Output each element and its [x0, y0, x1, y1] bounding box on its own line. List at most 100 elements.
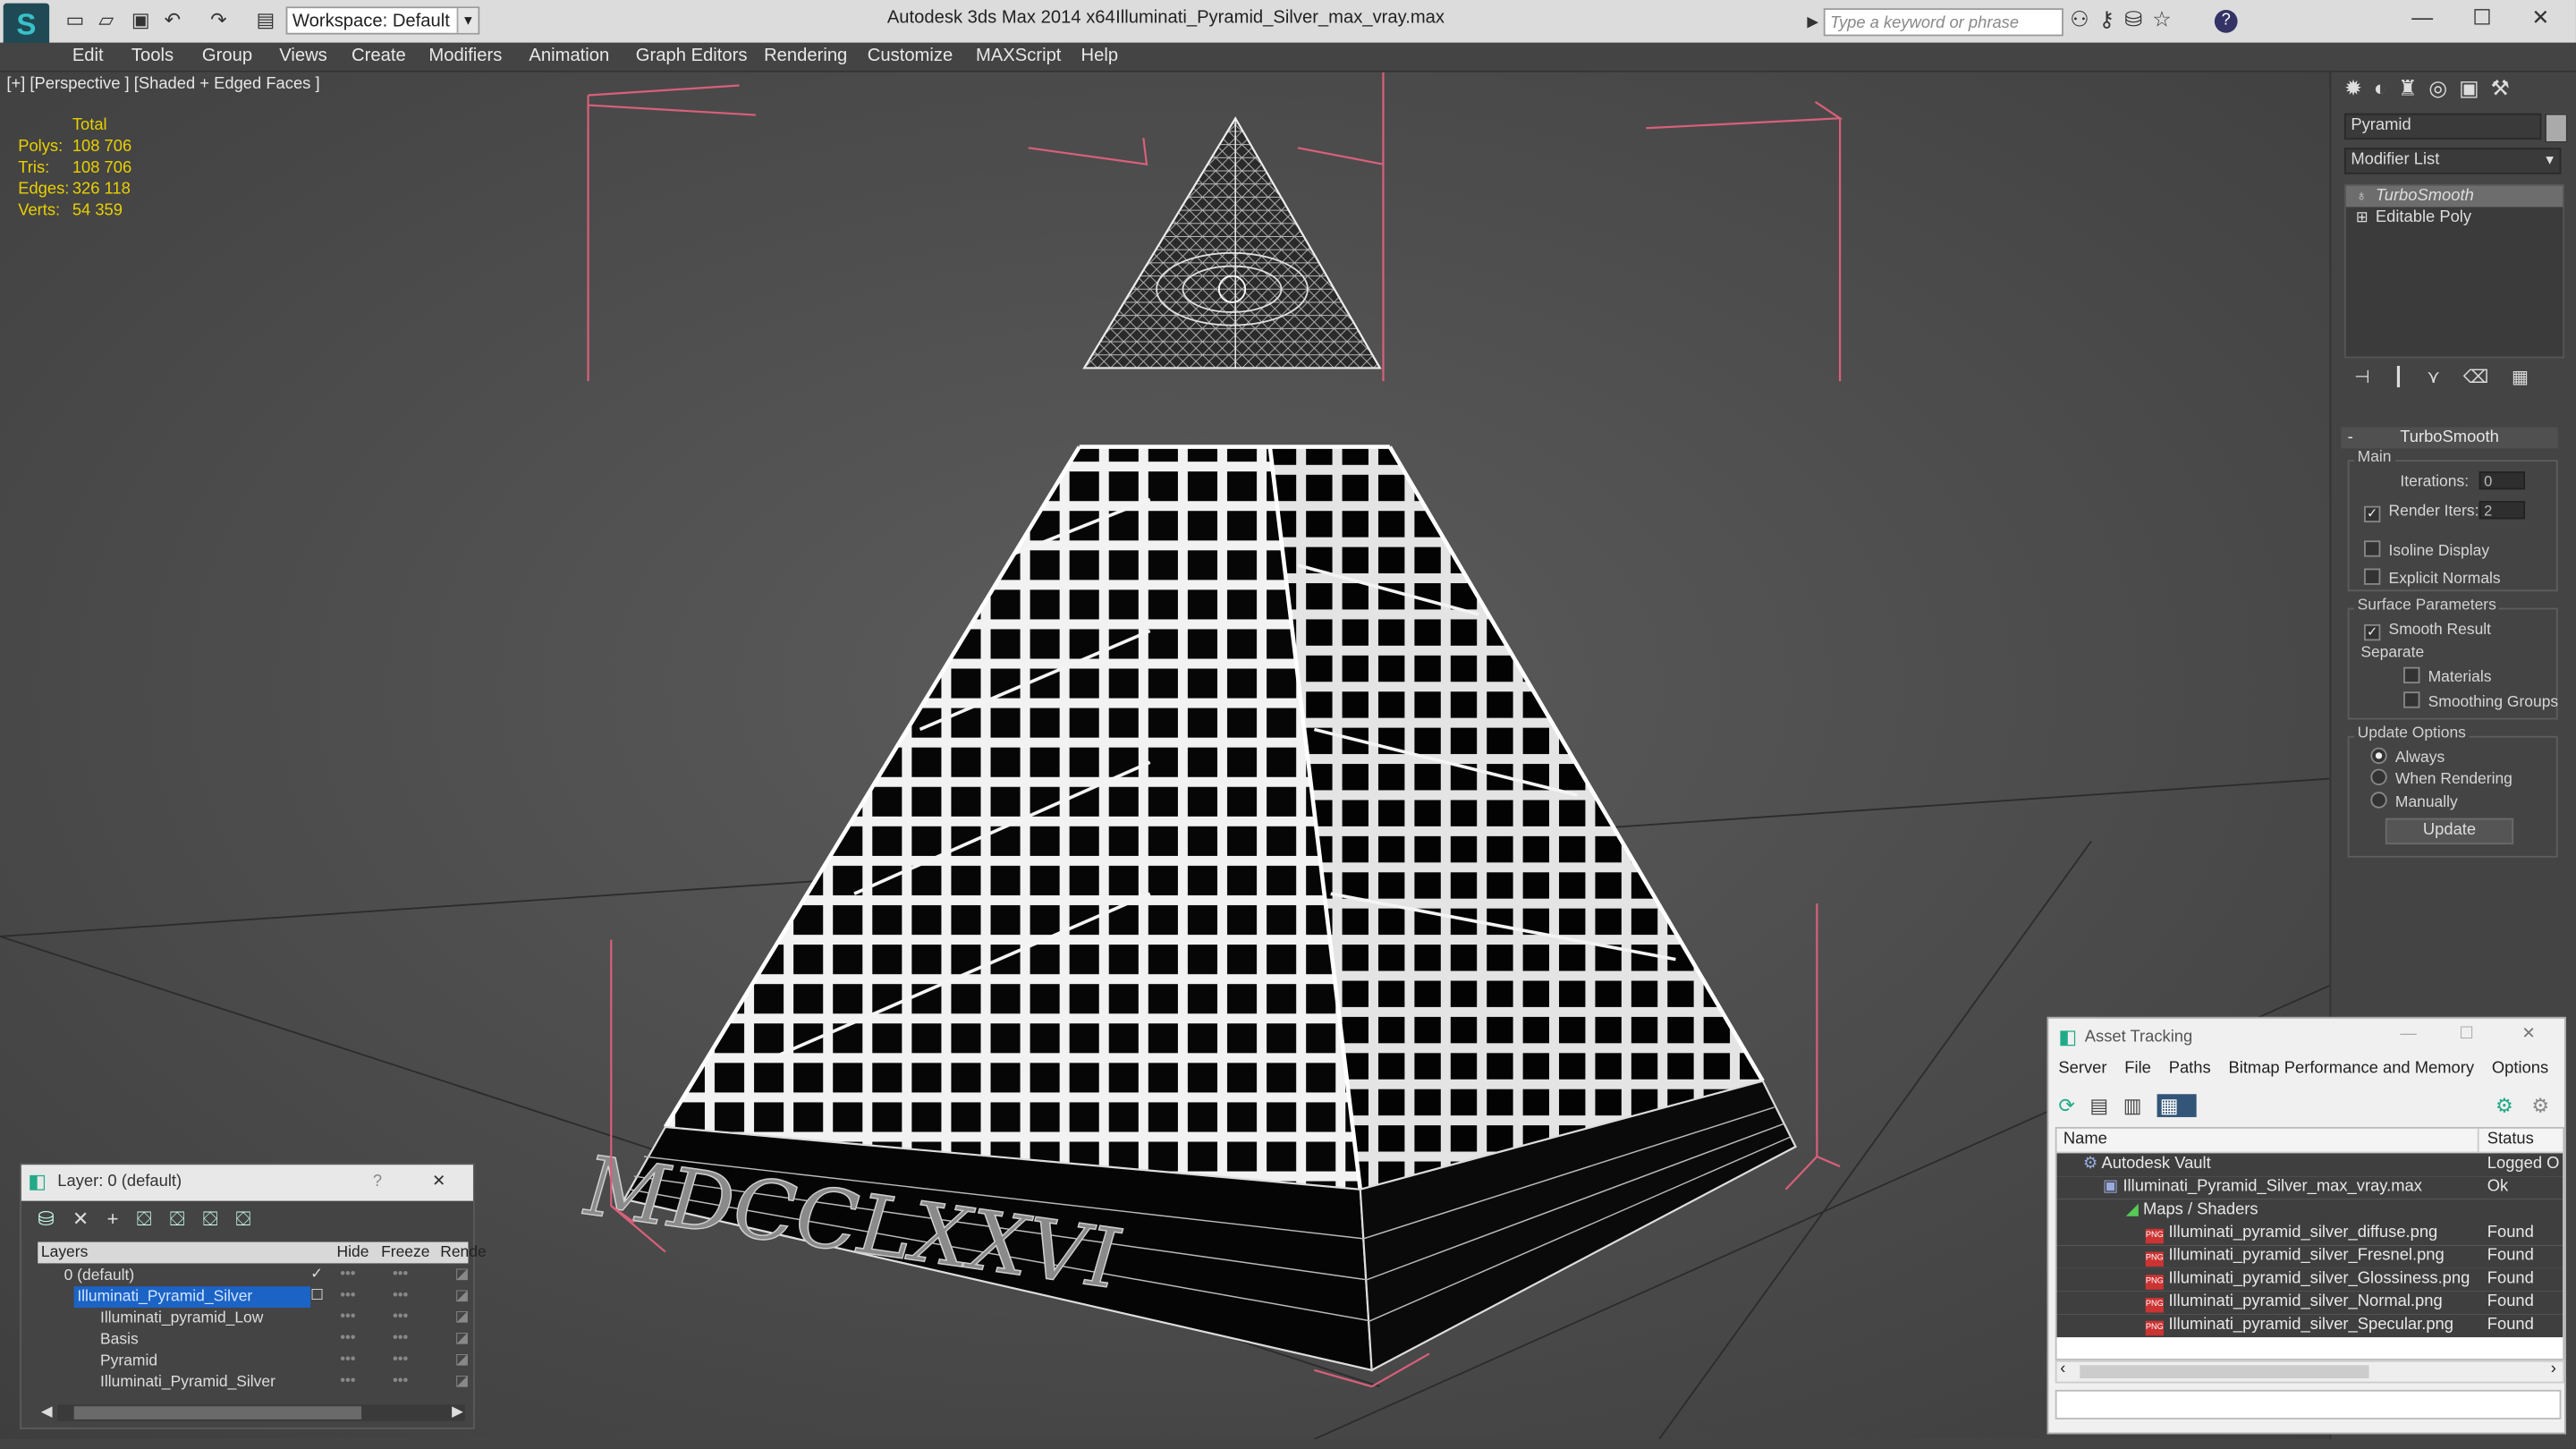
lightbulb-icon[interactable]: ♁	[2356, 186, 2367, 208]
menu-tools[interactable]: Tools	[131, 46, 174, 65]
menu-modifiers[interactable]: Modifiers	[428, 46, 502, 65]
col-layers[interactable]: Layers	[41, 1243, 88, 1261]
render-iters-spinner[interactable]: 2	[2479, 501, 2526, 520]
delete-layer-icon[interactable]: ✕	[72, 1208, 107, 1231]
cart-icon[interactable]: ⛁	[2124, 6, 2152, 31]
highlight-layer-icon[interactable]: ⛋	[170, 1208, 203, 1231]
help-icon[interactable]: ?	[373, 1173, 382, 1191]
menu-file[interactable]: File	[2124, 1060, 2151, 1078]
menu-customize[interactable]: Customize	[868, 46, 953, 65]
menu-group[interactable]: Group	[202, 46, 252, 65]
menu-server[interactable]: Server	[2058, 1060, 2106, 1078]
menu-graph-editors[interactable]: Graph Editors	[636, 46, 748, 65]
manually-radio[interactable]: Manually	[2370, 792, 2458, 811]
workspace-dropdown[interactable]: Workspace: Default ▼	[285, 6, 480, 35]
smooth-result-checkbox[interactable]: ✓ Smooth Result	[2364, 621, 2491, 641]
create-tab-icon[interactable]: ✹	[2344, 75, 2374, 100]
asset-hscrollbar[interactable]: ‹ ›	[2055, 1360, 2565, 1384]
help-icon[interactable]: ?	[2214, 10, 2238, 33]
vault-logon-icon[interactable]: ⚙	[2531, 1094, 2549, 1117]
menu-animation[interactable]: Animation	[529, 46, 609, 65]
layer-row[interactable]: 0 (default) ✓ ••• ••• ◪	[38, 1265, 470, 1286]
asset-row[interactable]: PNG Illuminati_pyramid_silver_Glossiness.…	[2056, 1267, 2563, 1292]
modify-tab-icon[interactable]: ◐	[2374, 75, 2398, 100]
utilities-tab-icon[interactable]: ⚒	[2491, 75, 2521, 100]
object-color-swatch[interactable]	[2545, 113, 2568, 143]
render-iters-checkbox[interactable]: ✓ Render Iters:	[2364, 503, 2479, 523]
scroll-right-icon[interactable]: ›	[2551, 1360, 2556, 1378]
play-arrow-icon[interactable]: ▶	[1807, 13, 1818, 31]
key-icon[interactable]: ⚷	[2099, 6, 2125, 31]
smoothing-groups-checkbox[interactable]: Smoothing Groups	[2403, 691, 2558, 711]
scroll-thumb[interactable]	[73, 1406, 362, 1419]
object-name-field[interactable]: Pyramid	[2343, 113, 2542, 140]
layer-row-selected[interactable]: Illuminati_Pyramid_Silver ☐ ••• ••• ◪	[38, 1286, 469, 1309]
layer-row[interactable]: Basis ••• ••• ◪	[38, 1329, 469, 1351]
set-current-box-icon[interactable]: ☐	[310, 1286, 324, 1304]
hide-all-icon[interactable]: ⛋	[203, 1208, 236, 1231]
add-to-layer-icon[interactable]: +	[107, 1208, 137, 1231]
col-render[interactable]: Rende	[440, 1243, 486, 1261]
explicit-normals-checkbox[interactable]: Explicit Normals	[2364, 568, 2501, 589]
freeze-all-icon[interactable]: ⛋	[236, 1208, 269, 1231]
turbosmooth-rollout-header[interactable]: - TurboSmooth	[2341, 427, 2558, 449]
active-layer-check-icon[interactable]: ✓	[310, 1265, 323, 1283]
redo-icon[interactable]: ↷	[210, 8, 226, 31]
open-file-icon[interactable]: ▱	[98, 8, 114, 31]
stack-item-turbosmooth[interactable]: ♁ TurboSmooth	[2345, 185, 2563, 208]
path-view-icon[interactable]: ▥	[2123, 1094, 2157, 1117]
col-freeze[interactable]: Freeze	[381, 1243, 429, 1261]
when-rendering-radio[interactable]: When Rendering	[2370, 768, 2512, 789]
new-layer-icon[interactable]: ⛁	[38, 1208, 72, 1231]
save-file-icon[interactable]: ▣	[131, 8, 150, 31]
asset-row[interactable]: PNG Illuminati_pyramid_silver_Specular.pn…	[2056, 1314, 2563, 1338]
menu-maxscript[interactable]: MAXScript	[976, 46, 1061, 65]
refresh-icon[interactable]: ⟳	[2058, 1094, 2089, 1117]
modifier-list-dropdown[interactable]: Modifier List ▼	[2343, 148, 2562, 174]
remove-modifier-icon[interactable]: ⌫	[2463, 368, 2512, 387]
menu-edit[interactable]: Edit	[72, 46, 104, 65]
menu-help[interactable]: Help	[1081, 46, 1119, 65]
asset-row[interactable]: PNG Illuminati_pyramid_silver_Fresnel.png…	[2056, 1245, 2563, 1268]
asset-tracking-titlebar[interactable]: ◧ Asset Tracking — ☐ ✕	[2048, 1019, 2564, 1055]
minimize-icon[interactable]: —	[2400, 1025, 2416, 1043]
scroll-right-icon[interactable]: ▶	[452, 1403, 463, 1421]
list-view-icon[interactable]: ▤	[2089, 1094, 2123, 1117]
update-button[interactable]: Update	[2385, 818, 2514, 845]
asset-row[interactable]: PNG Illuminati_pyramid_silver_diffuse.png…	[2056, 1222, 2563, 1246]
close-icon[interactable]: ✕	[2521, 1025, 2535, 1043]
table-view-icon[interactable]: ▦	[2157, 1094, 2197, 1117]
vault-help-icon[interactable]: ⚙	[2496, 1094, 2513, 1117]
pin-stack-icon[interactable]: ⊣	[2354, 368, 2393, 387]
binoculars-icon[interactable]: ⚇	[2070, 6, 2098, 31]
motion-tab-icon[interactable]: ◎	[2428, 75, 2459, 100]
star-icon[interactable]: ☆	[2152, 6, 2181, 31]
asset-row[interactable]: ▣ Illuminati_Pyramid_Silver_max_vray.max…	[2056, 1176, 2563, 1199]
layer-row[interactable]: Pyramid ••• ••• ◪	[38, 1351, 469, 1372]
configure-sets-icon[interactable]: ▦	[2512, 368, 2552, 387]
layer-window-titlebar[interactable]: ◧ Layer: 0 (default) ? ✕	[21, 1165, 473, 1201]
layer-hscrollbar[interactable]	[57, 1404, 465, 1421]
new-file-icon[interactable]: ▭	[65, 8, 84, 31]
stack-item-editable-poly[interactable]: ⊞ Editable Poly	[2346, 207, 2563, 228]
menu-bitmap-performance[interactable]: Bitmap Performance and Memory	[2228, 1060, 2474, 1078]
always-radio[interactable]: Always	[2370, 747, 2445, 767]
col-status[interactable]: Status	[2487, 1131, 2534, 1148]
display-tab-icon[interactable]: ▣	[2459, 75, 2490, 100]
scroll-left-icon[interactable]: ◀	[41, 1403, 53, 1421]
menu-create[interactable]: Create	[352, 46, 406, 65]
search-input[interactable]: Type a keyword or phrase	[1823, 8, 2063, 37]
asset-row[interactable]: PNG Illuminati_pyramid_silver_Normal.png …	[2056, 1291, 2563, 1315]
close-icon[interactable]: ✕	[432, 1173, 445, 1191]
menu-options[interactable]: Options	[2492, 1060, 2548, 1078]
menu-views[interactable]: Views	[279, 46, 327, 65]
select-objects-icon[interactable]: ⛋	[137, 1208, 170, 1231]
scroll-thumb[interactable]	[2080, 1365, 2369, 1378]
viewport-label[interactable]: [+] [Perspective ] [Shaded + Edged Faces…	[6, 75, 319, 93]
asset-row[interactable]: ◢ Maps / Shaders	[2056, 1199, 2563, 1223]
undo-icon[interactable]: ↶	[165, 8, 181, 31]
scroll-left-icon[interactable]: ‹	[2060, 1360, 2065, 1378]
asset-row[interactable]: ⚙ Autodesk Vault Logged O	[2056, 1153, 2563, 1177]
menu-paths[interactable]: Paths	[2169, 1060, 2211, 1078]
maximize-icon[interactable]: ☐	[2460, 1025, 2474, 1043]
